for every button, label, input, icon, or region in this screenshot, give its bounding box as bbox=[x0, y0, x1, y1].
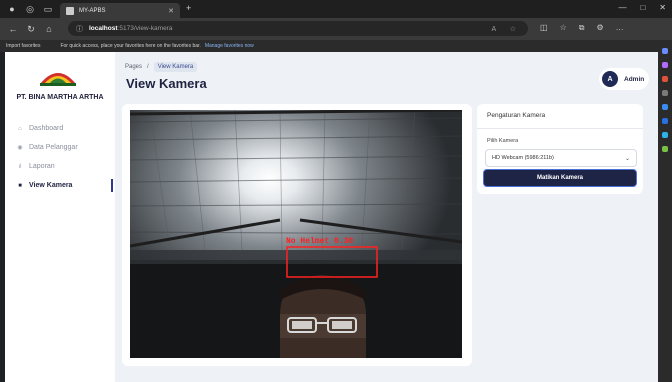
camera-feed: No Helmet 0.30 bbox=[130, 110, 462, 358]
app-page: PT. BINA MARTHA ARTHA ⌂ Dashboard ◉ Data… bbox=[5, 52, 658, 382]
avatar: A bbox=[602, 71, 618, 87]
browser-tab[interactable]: MY-APBS ✕ bbox=[60, 3, 180, 18]
sidebar-item-label: Dashboard bbox=[29, 125, 64, 132]
camera-select-label: Pilih Kamera bbox=[487, 138, 519, 144]
chevron-down-icon: ⌄ bbox=[624, 155, 630, 162]
stop-camera-button[interactable]: Matikan Kamera bbox=[483, 169, 637, 187]
edge-sidebar bbox=[658, 40, 672, 382]
camera-icon: ■ bbox=[18, 182, 22, 189]
manage-favorites-link[interactable]: Manage favorites now bbox=[205, 43, 254, 49]
camera-select[interactable]: HD Webcam (5986:211b) ⌄ bbox=[485, 149, 637, 167]
user-menu[interactable]: A Admin bbox=[599, 68, 649, 90]
back-icon[interactable]: ← bbox=[8, 24, 18, 34]
camera-frame: No Helmet 0.30 bbox=[130, 110, 462, 358]
favorites-bar: Import favorites For quick access, place… bbox=[0, 40, 658, 52]
sidebar-item-laporan[interactable]: ıl Laporan bbox=[15, 157, 115, 176]
home-icon: ⌂ bbox=[18, 125, 22, 132]
extensions-icon[interactable]: ⚙ bbox=[596, 23, 603, 33]
favorites-icon[interactable]: ☆ bbox=[560, 23, 567, 33]
outlook-icon[interactable] bbox=[662, 118, 668, 124]
chart-icon: ıl bbox=[18, 163, 22, 170]
url-text: localhost:5173/view-kamera bbox=[89, 25, 172, 32]
office-icon[interactable] bbox=[662, 132, 668, 138]
sidebar-item-dashboard[interactable]: ⌂ Dashboard bbox=[15, 119, 115, 138]
page-title: View Kamera bbox=[126, 76, 207, 91]
company-logo bbox=[40, 73, 76, 86]
shopping-icon[interactable] bbox=[662, 76, 668, 82]
sidebar-menu: ⌂ Dashboard ◉ Data Pelanggar ıl Laporan … bbox=[15, 119, 115, 195]
database-icon: ◉ bbox=[17, 145, 23, 151]
camera-settings-card: Pengaturan Kamera Pilih Kamera HD Webcam… bbox=[477, 104, 643, 194]
split-screen-icon[interactable]: ◫ bbox=[540, 23, 548, 33]
profile-icon[interactable]: ● bbox=[6, 3, 18, 15]
browser-toolbar: ◫ ☆ ⧉ ⚙ … bbox=[540, 23, 624, 33]
address-bar[interactable]: ⓘ localhost:5173/view-kamera A ☆ bbox=[68, 21, 528, 36]
camera-card: No Helmet 0.30 bbox=[122, 104, 472, 366]
home-icon[interactable]: ⌂ bbox=[44, 24, 54, 34]
search-icon[interactable] bbox=[662, 48, 668, 54]
workspaces-icon[interactable]: ◎ bbox=[24, 3, 36, 15]
breadcrumb-separator: / bbox=[147, 64, 149, 70]
more-icon[interactable]: … bbox=[616, 23, 624, 33]
address-bar-row: ← ↻ ⌂ ⓘ localhost:5173/view-kamera A ☆ ◫… bbox=[0, 18, 672, 40]
settings-title: Pengaturan Kamera bbox=[487, 112, 546, 119]
tab-actions-icon[interactable]: ▭ bbox=[42, 3, 54, 15]
sidebar-item-label: View Kamera bbox=[29, 182, 73, 189]
drop-icon[interactable] bbox=[662, 146, 668, 152]
brand-name: PT. BINA MARTHA ARTHA bbox=[16, 94, 104, 101]
breadcrumb: Pages / View Kamera bbox=[125, 62, 198, 72]
favorites-message: For quick access, place your favorites h… bbox=[60, 43, 201, 49]
detection-label: No Helmet 0.30 bbox=[286, 237, 353, 246]
maximize-icon[interactable]: □ bbox=[640, 3, 645, 12]
address-actions-icon[interactable]: A ☆ bbox=[491, 25, 522, 33]
user-name: Admin bbox=[624, 75, 645, 83]
close-window-icon[interactable]: ✕ bbox=[659, 3, 666, 12]
tab-strip: ● ◎ ▭ MY-APBS ✕ + — □ ✕ bbox=[0, 0, 672, 18]
breadcrumb-current: View Kamera bbox=[153, 62, 198, 72]
breadcrumb-root[interactable]: Pages bbox=[125, 64, 142, 70]
url-host: localhost bbox=[89, 25, 118, 32]
divider bbox=[477, 128, 643, 129]
reload-icon[interactable]: ↻ bbox=[26, 24, 36, 35]
games-icon[interactable] bbox=[662, 104, 668, 110]
site-info-icon[interactable]: ⓘ bbox=[76, 24, 83, 34]
tools-icon[interactable] bbox=[662, 90, 668, 96]
sidebar-item-view-kamera[interactable]: ■ View Kamera bbox=[15, 176, 115, 195]
url-path: :5173/view-kamera bbox=[117, 25, 173, 32]
browser-window: ● ◎ ▭ MY-APBS ✕ + — □ ✕ ← ↻ ⌂ ⓘ localhos… bbox=[0, 0, 672, 382]
window-controls: — □ ✕ bbox=[618, 3, 666, 12]
sidebar-item-data-pelanggar[interactable]: ◉ Data Pelanggar bbox=[15, 138, 115, 157]
collections-icon[interactable]: ⧉ bbox=[579, 23, 585, 33]
copilot-icon[interactable] bbox=[662, 62, 668, 68]
tab-favicon-icon bbox=[66, 6, 74, 15]
sidebar: PT. BINA MARTHA ARTHA ⌂ Dashboard ◉ Data… bbox=[5, 52, 115, 382]
close-tab-icon[interactable]: ✕ bbox=[168, 7, 174, 15]
import-favorites-link[interactable]: Import favorites bbox=[6, 43, 40, 49]
camera-select-value: HD Webcam (5986:211b) bbox=[492, 155, 554, 161]
sidebar-item-label: Data Pelanggar bbox=[29, 144, 78, 151]
minimize-icon[interactable]: — bbox=[618, 3, 626, 12]
tab-title: MY-APBS bbox=[79, 7, 106, 14]
sidebar-item-label: Laporan bbox=[29, 163, 55, 170]
new-tab-icon[interactable]: + bbox=[186, 3, 191, 13]
